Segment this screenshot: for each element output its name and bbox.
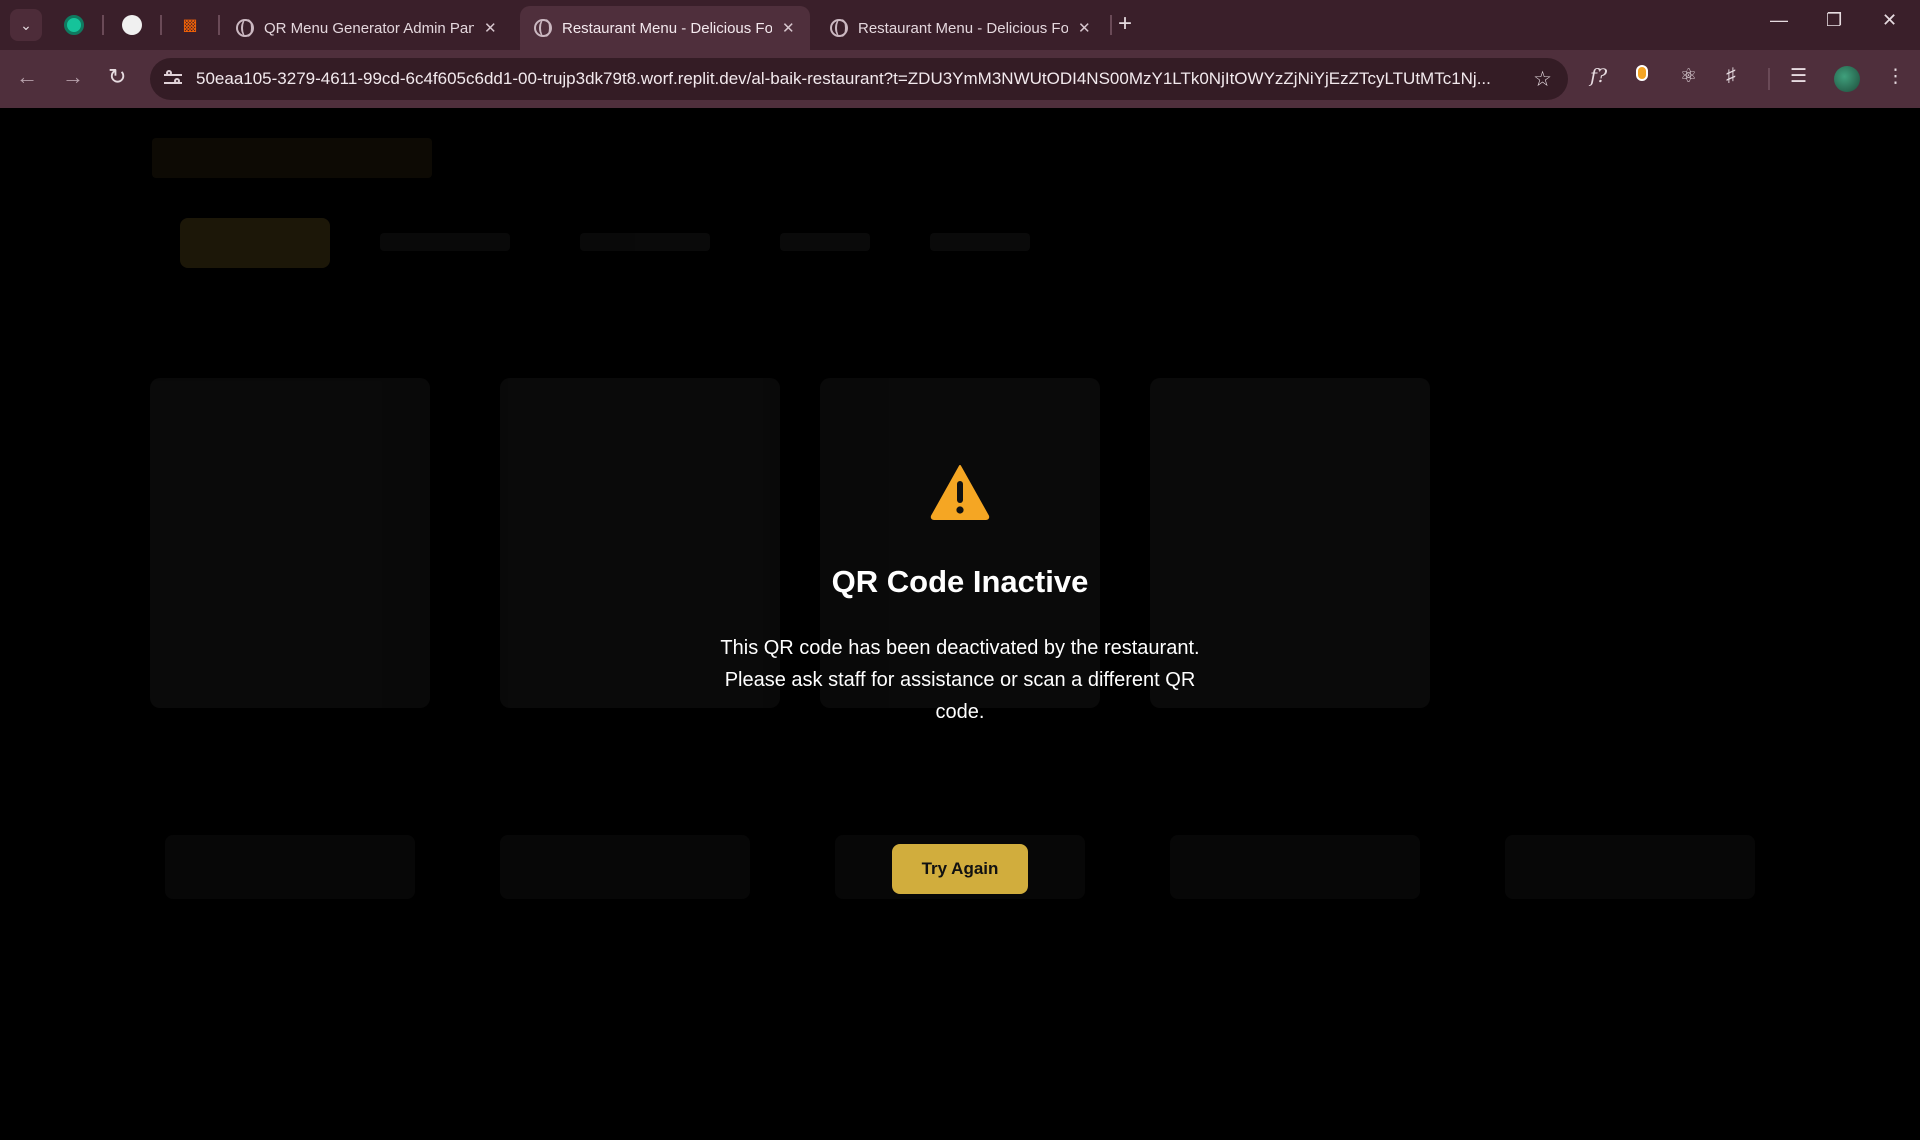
- tab-separator: [102, 15, 104, 35]
- pinned-tab-grammarly[interactable]: [58, 9, 90, 41]
- category-pill: [930, 233, 1030, 251]
- menu-card-image: [150, 378, 430, 708]
- pinned-tab-github[interactable]: [116, 9, 148, 41]
- tab-separator: [160, 15, 162, 35]
- site-settings-icon[interactable]: [162, 68, 190, 90]
- browser-toolbar: ← → ↻ 50eaa105-3279-4611-99cd-6c4f605c6d…: [0, 50, 1920, 108]
- category-pill: [380, 233, 510, 251]
- toolbar-separator: [1768, 68, 1770, 90]
- extensions-puzzle-icon[interactable]: ♯: [1726, 65, 1736, 87]
- menu-card-button: [165, 835, 415, 899]
- category-pill: [580, 233, 710, 251]
- tab-restaurant-menu-active[interactable]: Restaurant Menu - Delicious Food ✕: [520, 6, 810, 50]
- close-icon[interactable]: ✕: [484, 19, 497, 37]
- react-devtools-icon[interactable]: ⚛: [1680, 65, 1697, 88]
- tab-title: QR Menu Generator Admin Panel: [264, 19, 474, 37]
- address-bar[interactable]: 50eaa105-3279-4611-99cd-6c4f605c6dd1-00-…: [150, 58, 1568, 100]
- profile-avatar[interactable]: [1834, 66, 1860, 92]
- notice-message: This QR code has been deactivated by the…: [720, 637, 1200, 723]
- menu-card-button: [500, 835, 750, 899]
- tab-separator: [218, 15, 220, 35]
- restore-icon[interactable]: ❐: [1826, 10, 1842, 31]
- try-again-button[interactable]: Try Again: [892, 844, 1028, 894]
- browser-tab-strip: ⌄ ▩ QR Menu Generator Admin Panel ✕ Rest…: [0, 0, 1920, 50]
- pinned-tab-replit[interactable]: ▩: [174, 9, 206, 41]
- tab-title: Restaurant Menu - Delicious Food: [858, 19, 1068, 37]
- globe-icon: [534, 19, 552, 37]
- extension-fx-icon[interactable]: f?: [1590, 65, 1607, 87]
- tab-admin-panel[interactable]: QR Menu Generator Admin Panel ✕: [222, 6, 514, 50]
- url-text[interactable]: 50eaa105-3279-4611-99cd-6c4f605c6dd1-00-…: [196, 69, 1526, 89]
- forward-icon[interactable]: →: [62, 64, 84, 90]
- tab-restaurant-menu[interactable]: Restaurant Menu - Delicious Food ✕: [816, 6, 1108, 50]
- tab-separator: [1110, 15, 1112, 35]
- github-icon: [122, 15, 142, 35]
- back-icon[interactable]: ←: [16, 64, 38, 90]
- restaurant-logo-placeholder: [152, 138, 432, 178]
- page-viewport: QR Code Inactive This QR code has been d…: [0, 108, 1920, 1140]
- minimize-icon[interactable]: —: [1770, 10, 1788, 31]
- replit-icon: ▩: [182, 17, 198, 34]
- tab-title: Restaurant Menu - Delicious Food: [562, 19, 772, 37]
- tab-search-button[interactable]: ⌄: [10, 9, 42, 41]
- menu-card-button: [1170, 835, 1420, 899]
- reload-icon[interactable]: ↻: [108, 64, 126, 90]
- bookmark-star-icon[interactable]: ☆: [1533, 67, 1552, 92]
- warning-triangle-icon: [930, 465, 990, 520]
- globe-icon: [830, 19, 848, 37]
- category-pill-active: [180, 218, 330, 268]
- close-window-icon[interactable]: ✕: [1882, 10, 1897, 31]
- grammarly-icon: [64, 15, 84, 35]
- category-pill: [780, 233, 870, 251]
- new-tab-button[interactable]: +: [1118, 10, 1132, 38]
- globe-icon: [236, 19, 254, 37]
- close-icon[interactable]: ✕: [782, 19, 795, 37]
- menu-kebab-icon[interactable]: ⋮: [1886, 65, 1905, 88]
- chevron-down-icon: ⌄: [20, 16, 32, 33]
- media-controls-icon[interactable]: ☰: [1790, 65, 1807, 88]
- close-icon[interactable]: ✕: [1078, 19, 1091, 37]
- extension-fox-icon[interactable]: [1636, 65, 1648, 87]
- menu-card-button: [1505, 835, 1755, 899]
- notice-title: QR Code Inactive: [831, 564, 1089, 599]
- dimmed-menu-background: [0, 108, 1920, 1140]
